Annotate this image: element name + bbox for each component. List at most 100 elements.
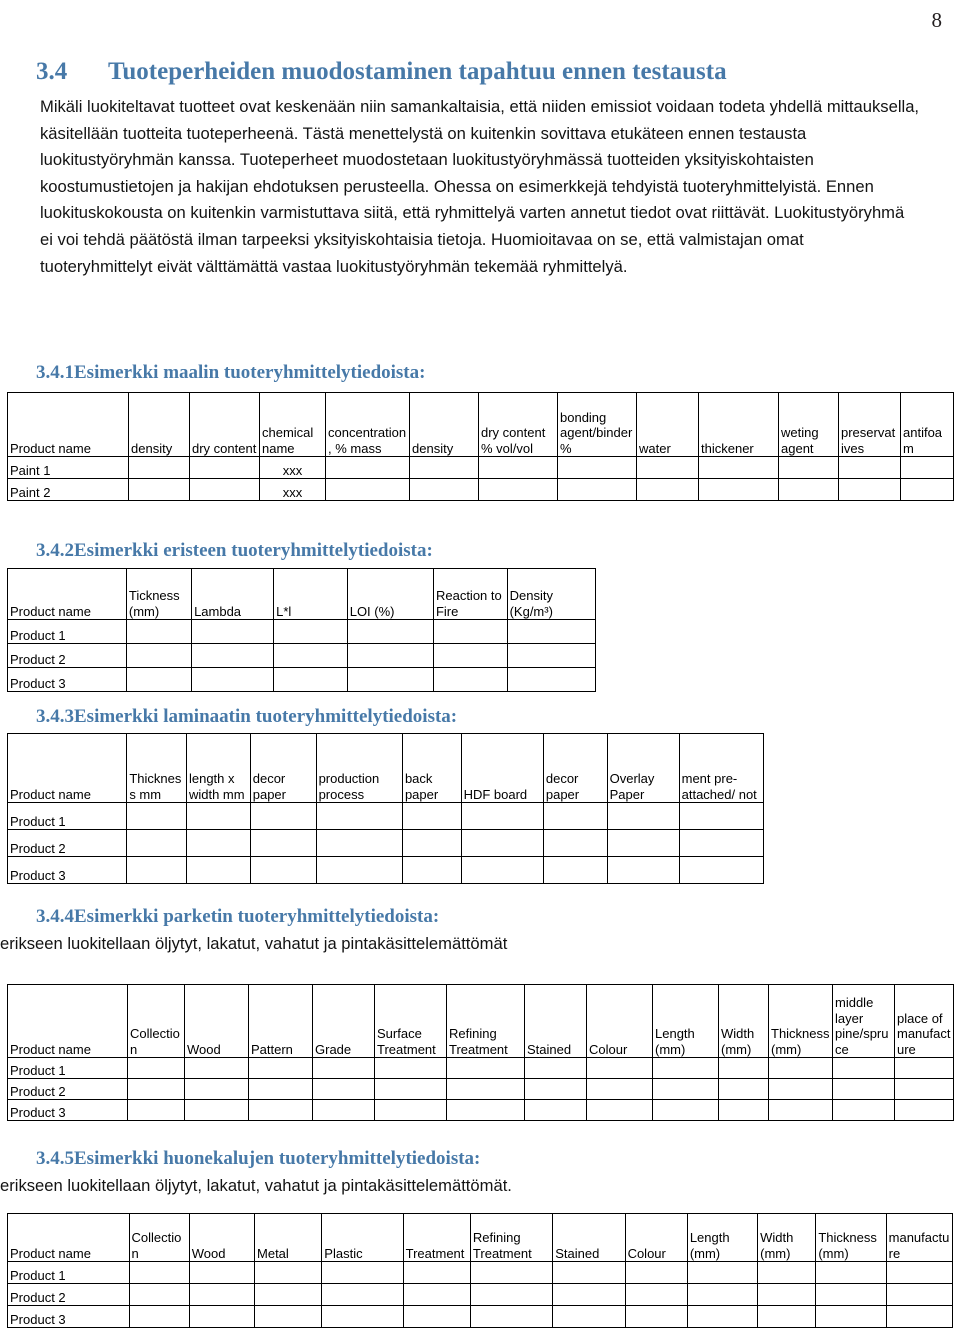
cell-value[interactable] xyxy=(402,1283,471,1306)
cell-value[interactable] xyxy=(557,456,637,479)
cell-value[interactable] xyxy=(606,856,680,884)
cell-value[interactable] xyxy=(446,1078,525,1100)
cell-value[interactable] xyxy=(460,829,544,857)
cell-value[interactable] xyxy=(678,829,765,857)
cell-value[interactable] xyxy=(185,802,251,830)
cell-value[interactable] xyxy=(586,1099,653,1121)
cell-value[interactable] xyxy=(188,1305,256,1328)
cell-product-name[interactable]: Product 1 xyxy=(7,1057,128,1079)
cell-value[interactable] xyxy=(894,1057,954,1079)
cell-value[interactable] xyxy=(524,1099,587,1121)
cell-value[interactable] xyxy=(125,619,193,644)
cell-value[interactable] xyxy=(506,667,597,692)
cell-value[interactable] xyxy=(315,856,403,884)
cell-value[interactable] xyxy=(757,1261,817,1284)
cell-value[interactable] xyxy=(125,643,193,668)
cell-value[interactable] xyxy=(273,643,348,668)
cell-value[interactable] xyxy=(698,456,779,479)
cell-value[interactable] xyxy=(126,856,187,884)
cell-value[interactable] xyxy=(678,856,765,884)
cell-value[interactable] xyxy=(460,802,544,830)
cell-product-name[interactable]: Product 1 xyxy=(6,802,128,830)
cell-product-name[interactable]: Product 2 xyxy=(7,1283,130,1306)
cell-value[interactable] xyxy=(900,478,954,501)
cell-value[interactable] xyxy=(248,1078,313,1100)
cell-value[interactable] xyxy=(652,1099,719,1121)
cell-value[interactable] xyxy=(757,1283,817,1306)
cell-value[interactable] xyxy=(686,1261,759,1284)
cell-value[interactable] xyxy=(524,1078,587,1100)
cell-value[interactable] xyxy=(832,1078,895,1100)
cell-value[interactable] xyxy=(718,1099,769,1121)
cell-value[interactable] xyxy=(757,1305,817,1328)
cell-value[interactable] xyxy=(460,856,544,884)
cell-value[interactable] xyxy=(312,1057,375,1079)
cell-value[interactable] xyxy=(273,667,348,692)
cell-value[interactable] xyxy=(606,802,680,830)
cell-value[interactable] xyxy=(409,456,479,479)
cell-value[interactable] xyxy=(127,1099,185,1121)
cell-value[interactable] xyxy=(768,1057,833,1079)
cell-value[interactable] xyxy=(624,1283,688,1306)
cell-value[interactable] xyxy=(542,829,608,857)
cell-value[interactable] xyxy=(312,1099,375,1121)
cell-value[interactable]: xxx xyxy=(259,456,326,479)
cell-value[interactable] xyxy=(606,829,680,857)
cell-value[interactable] xyxy=(698,478,779,501)
cell-value[interactable] xyxy=(894,1078,954,1100)
cell-value[interactable] xyxy=(374,1057,447,1079)
cell-value[interactable] xyxy=(254,1305,323,1328)
cell-value[interactable] xyxy=(184,1099,249,1121)
cell-value[interactable] xyxy=(128,478,190,501)
cell-value[interactable] xyxy=(586,1078,653,1100)
cell-value[interactable] xyxy=(815,1261,887,1284)
cell-value[interactable] xyxy=(249,856,317,884)
cell-value[interactable] xyxy=(248,1099,313,1121)
cell-product-name[interactable]: Paint 1 xyxy=(7,456,129,479)
cell-product-name[interactable]: Product 1 xyxy=(7,1261,130,1284)
cell-value[interactable] xyxy=(678,802,765,830)
cell-value[interactable] xyxy=(768,1078,833,1100)
cell-value[interactable] xyxy=(248,1057,313,1079)
cell-value[interactable] xyxy=(446,1099,525,1121)
cell-value[interactable] xyxy=(552,1283,626,1306)
cell-value[interactable] xyxy=(686,1305,759,1328)
cell-value[interactable] xyxy=(838,456,901,479)
cell-value[interactable] xyxy=(552,1305,626,1328)
cell-product-name[interactable]: Product 3 xyxy=(7,1099,128,1121)
cell-value[interactable] xyxy=(128,1283,190,1306)
cell-value[interactable] xyxy=(346,619,434,644)
cell-value[interactable] xyxy=(401,856,462,884)
cell-product-name[interactable]: Product 2 xyxy=(7,643,127,668)
cell-value[interactable] xyxy=(686,1283,759,1306)
cell-value[interactable] xyxy=(321,1261,404,1284)
cell-value[interactable] xyxy=(184,1057,249,1079)
cell-value[interactable] xyxy=(126,802,187,830)
cell-value[interactable] xyxy=(128,1305,190,1328)
cell-value[interactable] xyxy=(524,1057,587,1079)
cell-value[interactable] xyxy=(321,1283,404,1306)
cell-value[interactable] xyxy=(768,1099,833,1121)
cell-value[interactable] xyxy=(128,456,190,479)
cell-value[interactable] xyxy=(402,1305,471,1328)
cell-value[interactable] xyxy=(885,1305,954,1328)
cell-value[interactable] xyxy=(401,829,462,857)
cell-value[interactable] xyxy=(374,1078,447,1100)
cell-value[interactable]: xxx xyxy=(259,478,326,501)
cell-value[interactable] xyxy=(315,829,403,857)
cell-value[interactable] xyxy=(838,478,901,501)
cell-value[interactable] xyxy=(446,1057,525,1079)
cell-value[interactable] xyxy=(432,619,508,644)
cell-value[interactable] xyxy=(718,1057,769,1079)
cell-value[interactable] xyxy=(885,1283,954,1306)
cell-value[interactable] xyxy=(552,1261,626,1284)
cell-value[interactable] xyxy=(321,1305,404,1328)
cell-value[interactable] xyxy=(832,1099,895,1121)
cell-value[interactable] xyxy=(188,1261,256,1284)
cell-value[interactable] xyxy=(184,1078,249,1100)
cell-value[interactable] xyxy=(346,643,434,668)
cell-value[interactable] xyxy=(506,643,597,668)
cell-value[interactable] xyxy=(189,478,260,501)
cell-value[interactable] xyxy=(469,1283,554,1306)
cell-value[interactable] xyxy=(432,643,508,668)
